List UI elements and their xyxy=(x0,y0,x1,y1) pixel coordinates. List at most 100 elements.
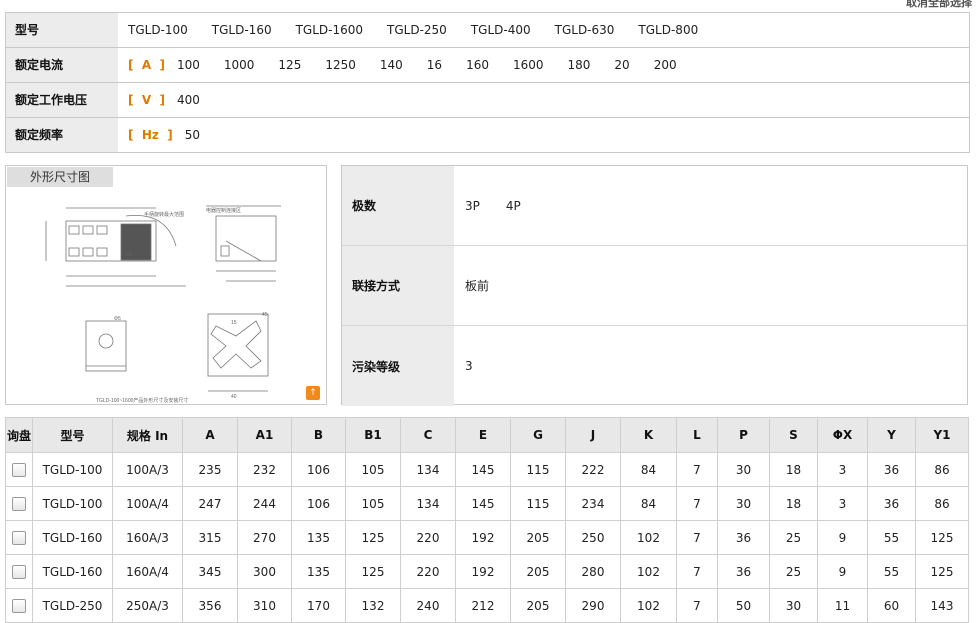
attr-value[interactable]: 3 xyxy=(465,359,473,373)
table-cell: 235 xyxy=(182,452,238,487)
model-option[interactable]: TGLD-1600 xyxy=(296,23,363,37)
inquiry-checkbox[interactable] xyxy=(12,564,26,579)
dimension-drawing[interactable]: 手柄旋转最大范围 电器控制连接区 TGLD-100~1600产品外形尺寸及安装尺… xyxy=(26,196,316,406)
current-option[interactable]: 180 xyxy=(568,58,591,72)
table-cell: 9 xyxy=(817,520,868,555)
table-cell: 30 xyxy=(769,588,818,623)
dimension-tab[interactable]: 外形尺寸图 xyxy=(7,167,113,187)
attr-value[interactable]: 4P xyxy=(506,199,521,213)
table-cell: 86 xyxy=(915,452,969,487)
inquiry-checkbox[interactable] xyxy=(12,530,26,545)
model-option[interactable]: TGLD-400 xyxy=(471,23,531,37)
unit-label: [ A ] xyxy=(128,58,165,72)
table-cell: 220 xyxy=(400,554,456,589)
table-cell: 270 xyxy=(237,520,292,555)
table-cell: 192 xyxy=(455,520,511,555)
table-cell: 232 xyxy=(237,452,292,487)
table-cell: 170 xyxy=(291,588,346,623)
table-cell: 84 xyxy=(620,452,677,487)
drawing-caption: TGLD-100~1600产品外形尺寸及安装尺寸 xyxy=(96,397,188,404)
table-cell: 220 xyxy=(400,520,456,555)
table-cell: 125 xyxy=(915,520,969,555)
table-cell: 30 xyxy=(717,486,770,521)
current-option[interactable]: 20 xyxy=(614,58,629,72)
table-cell: 30 xyxy=(717,452,770,487)
table-cell: TGLD-100 xyxy=(32,452,113,487)
filter-row-voltage: 额定工作电压 [ V ] 400 xyxy=(6,83,969,118)
inquiry-checkbox[interactable] xyxy=(12,598,26,613)
inquiry-checkbox[interactable] xyxy=(12,462,26,477)
table-cell: 55 xyxy=(867,554,916,589)
current-option[interactable]: 100 xyxy=(177,58,200,72)
table-cell: 7 xyxy=(676,520,718,555)
table-cell: 36 xyxy=(867,486,916,521)
table-cell: 310 xyxy=(237,588,292,623)
current-option[interactable]: 1600 xyxy=(513,58,544,72)
attr-values: 3P 4P xyxy=(454,166,967,245)
attr-label: 污染等级 xyxy=(342,326,454,406)
current-option[interactable]: 16 xyxy=(427,58,442,72)
current-option[interactable]: 140 xyxy=(380,58,403,72)
model-option[interactable]: TGLD-800 xyxy=(638,23,698,37)
table-cell: 102 xyxy=(620,520,677,555)
model-option[interactable]: TGLD-630 xyxy=(555,23,615,37)
current-option[interactable]: 1250 xyxy=(325,58,356,72)
table-cell: 25 xyxy=(769,520,818,555)
table-cell: 160A/3 xyxy=(112,520,183,555)
current-option[interactable]: 200 xyxy=(654,58,677,72)
table-cell: 205 xyxy=(510,520,566,555)
voltage-options: 400 xyxy=(177,93,224,107)
filter-label-frequency: 额定频率 xyxy=(6,118,118,152)
spec-table: 询盘 型号 规格 In A A1 B B1 C E G J K L P S ΦX Y Y1 TGLD-100 100… xyxy=(5,417,969,623)
table-cell: 280 xyxy=(565,554,621,589)
drawing-note: 15 xyxy=(231,320,237,326)
voltage-option[interactable]: 400 xyxy=(177,93,200,107)
inquiry-checkbox[interactable] xyxy=(12,496,26,511)
table-cell: 247 xyxy=(182,486,238,521)
filter-row-frequency: 额定频率 [ Hz ] 50 xyxy=(6,118,969,153)
current-option[interactable]: 1000 xyxy=(224,58,255,72)
table-cell: 7 xyxy=(676,554,718,589)
table-cell: 105 xyxy=(345,486,401,521)
table-cell: 250A/3 xyxy=(112,588,183,623)
current-option[interactable]: 125 xyxy=(278,58,301,72)
table-cell: 250 xyxy=(565,520,621,555)
table-cell: TGLD-100 xyxy=(32,486,113,521)
attr-value[interactable]: 3P xyxy=(465,199,480,213)
unit-label: [ V ] xyxy=(128,93,165,107)
model-option[interactable]: TGLD-160 xyxy=(212,23,272,37)
table-cell: 55 xyxy=(867,520,916,555)
table-cell: 222 xyxy=(565,452,621,487)
table-cell: 3 xyxy=(817,486,868,521)
table-cell: 7 xyxy=(676,588,718,623)
model-option[interactable]: TGLD-250 xyxy=(387,23,447,37)
column-header: P xyxy=(717,417,770,453)
attr-value[interactable]: 板前 xyxy=(465,277,489,294)
table-cell: 132 xyxy=(345,588,401,623)
drawing-note: 50 xyxy=(126,252,132,258)
attr-values: 3 xyxy=(454,326,967,406)
inquiry-cell xyxy=(5,520,33,555)
filter-options-model: TGLD-100 TGLD-160 TGLD-1600 TGLD-250 TGLD-40… xyxy=(118,13,969,47)
table-row: TGLD-250 250A/3 356 310 170 132 240 212 205 290 10… xyxy=(5,588,969,623)
table-cell: 18 xyxy=(769,452,818,487)
column-header: Y xyxy=(867,417,916,453)
zoom-icon[interactable]: ↑ xyxy=(306,386,320,400)
table-cell: 135 xyxy=(291,554,346,589)
table-cell: 192 xyxy=(455,554,511,589)
column-header: G xyxy=(510,417,566,453)
drawing-note: 45 xyxy=(262,312,268,318)
frequency-option[interactable]: 50 xyxy=(185,128,200,142)
model-option[interactable]: TGLD-100 xyxy=(128,23,188,37)
table-cell: 106 xyxy=(291,452,346,487)
table-cell: 11 xyxy=(817,588,868,623)
table-cell: 145 xyxy=(455,452,511,487)
current-option[interactable]: 160 xyxy=(466,58,489,72)
table-cell: 290 xyxy=(565,588,621,623)
table-cell: 244 xyxy=(237,486,292,521)
table-cell: 356 xyxy=(182,588,238,623)
column-header: Y1 xyxy=(915,417,969,453)
table-cell: 100A/4 xyxy=(112,486,183,521)
cancel-all-link[interactable]: 取消全部选择 xyxy=(906,0,972,10)
table-cell: 234 xyxy=(565,486,621,521)
